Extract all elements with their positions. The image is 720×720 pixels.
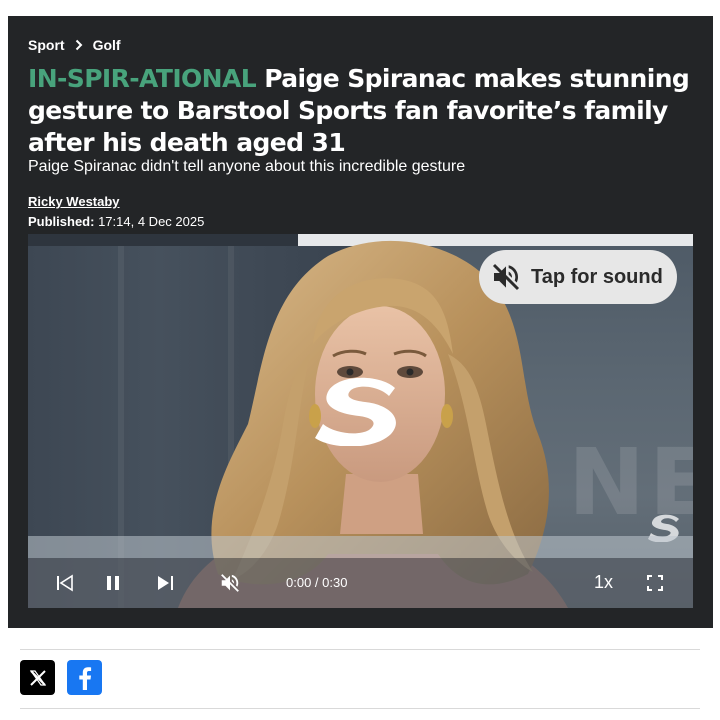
sun-logo-watermark-icon <box>315 377 396 446</box>
published-label: Published: <box>28 214 95 229</box>
video-time: 0:00 / 0:30 <box>286 575 348 590</box>
volume-off-icon <box>492 263 520 291</box>
author-link[interactable]: Ricky Westaby <box>28 194 120 209</box>
chevron-right-icon <box>75 39 82 51</box>
video-player[interactable]: NETFL <box>28 234 693 608</box>
share-facebook-button[interactable] <box>67 660 102 695</box>
video-controls-bar: 0:00 / 0:30 1x <box>28 558 693 608</box>
standfirst: Paige Spiranac didn't tell anyone about … <box>28 158 466 175</box>
breadcrumb-golf[interactable]: Golf <box>93 37 121 53</box>
breadcrumb-sport[interactable]: Sport <box>28 37 65 53</box>
skip-next-icon[interactable] <box>154 572 176 594</box>
share-divider-bottom <box>20 708 700 709</box>
published-value: 17:14, 4 Dec 2025 <box>98 214 205 229</box>
x-logo-icon <box>29 669 46 686</box>
playback-rate-button[interactable]: 1x <box>594 572 613 593</box>
tap-for-sound-label: Tap for sound <box>531 265 663 288</box>
video-progress-bar[interactable] <box>28 536 693 558</box>
tap-for-sound-button[interactable]: Tap for sound <box>479 250 677 304</box>
pause-icon[interactable] <box>102 572 124 594</box>
published-date: Published: 17:14, 4 Dec 2025 <box>28 214 204 229</box>
fullscreen-icon[interactable] <box>644 572 666 594</box>
article-header: Sport Golf IN-SPIR-ATIONAL Paige Spirana… <box>8 16 713 628</box>
skip-previous-icon[interactable] <box>54 572 76 594</box>
volume-off-icon[interactable] <box>219 572 241 594</box>
share-x-button[interactable] <box>20 660 55 695</box>
share-divider-top <box>20 649 700 650</box>
headline-kicker: IN-SPIR-ATIONAL <box>28 64 257 93</box>
facebook-logo-icon <box>78 666 91 690</box>
breadcrumb: Sport Golf <box>28 36 121 54</box>
headline: IN-SPIR-ATIONAL Paige Spiranac makes stu… <box>28 63 698 159</box>
